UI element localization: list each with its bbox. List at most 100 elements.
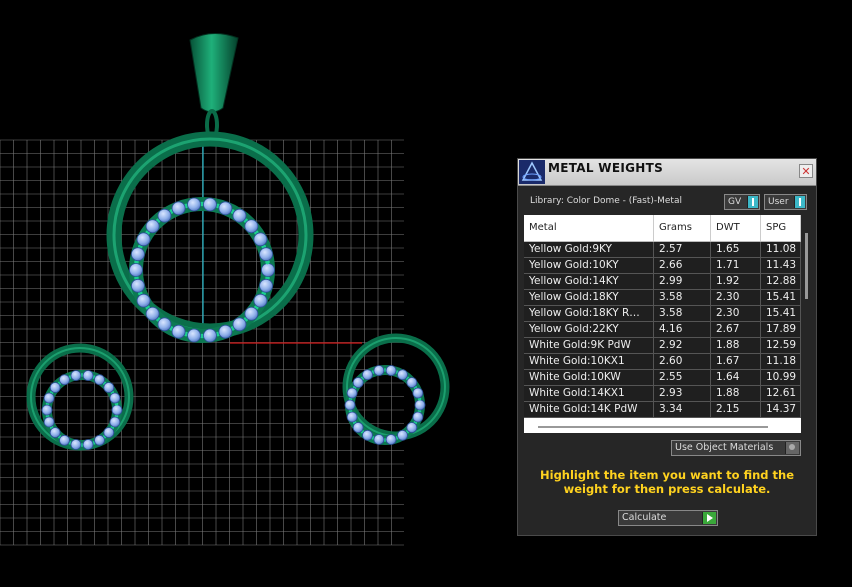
gemstone (373, 434, 385, 445)
cell-metal: Yellow Gold:18KY (524, 290, 654, 305)
cell-grams: 3.58 (654, 306, 711, 321)
pendant-bail (189, 33, 239, 113)
table-row[interactable]: Yellow Gold:9KY 2.57 1.65 11.08 (524, 242, 801, 258)
cell-metal: White Gold:10KW (524, 370, 654, 385)
gemstone (82, 439, 94, 450)
gemstone (41, 404, 53, 416)
gemstone (157, 208, 172, 223)
gemstone (43, 392, 55, 404)
cell-grams: 2.66 (654, 258, 711, 273)
instruction-text: Highlight the item you want to find the … (540, 468, 794, 496)
table-row[interactable]: Yellow Gold:10KY 2.66 1.71 11.43 (524, 258, 801, 274)
table-row[interactable]: White Gold:10KX1 2.60 1.67 11.18 (524, 354, 801, 370)
gemstone (70, 439, 82, 450)
cell-spg: 12.59 (761, 338, 801, 353)
cell-grams: 2.57 (654, 242, 711, 257)
gemstone (136, 232, 151, 247)
pendant-stones (129, 197, 275, 343)
gemstone (103, 427, 115, 438)
gemstone (171, 324, 186, 339)
gemstone (344, 399, 356, 411)
gemstone (129, 263, 143, 277)
gemstone (412, 411, 424, 423)
gemstone (346, 411, 358, 423)
gemstone (259, 278, 273, 293)
gemstone (109, 416, 121, 428)
cell-dwt: 1.71 (711, 258, 761, 273)
cell-dwt: 2.30 (711, 306, 761, 321)
gemstone (218, 201, 233, 216)
left-earring[interactable] (26, 343, 134, 451)
table-row[interactable]: White Gold:14K PdW 3.34 2.15 14.37 (524, 402, 801, 418)
gemstone (49, 427, 61, 438)
gemstone (145, 306, 160, 321)
table-row[interactable]: Yellow Gold:18KY 3.58 2.30 15.41 (524, 290, 801, 306)
cell-grams: 2.60 (654, 354, 711, 369)
metal-weights-table[interactable]: Metal Grams DWT SPG Yellow Gold:9KY 2.57 1… (524, 215, 801, 433)
gemstone (218, 324, 233, 339)
gemstone (94, 434, 105, 446)
library-label: Library: Color Dome - (Fast)-Metal (530, 196, 682, 206)
cell-spg: 11.08 (761, 242, 801, 257)
gemstone (346, 387, 358, 399)
cell-grams: 2.93 (654, 386, 711, 401)
table-row[interactable]: Yellow Gold:18KY R… 3.58 2.30 15.41 (524, 306, 801, 322)
column-header-grams[interactable]: Grams (654, 215, 711, 241)
gemstone (352, 377, 364, 388)
column-header-dwt[interactable]: DWT (711, 215, 761, 241)
table-row[interactable]: Yellow Gold:14KY 2.99 1.92 12.88 (524, 274, 801, 290)
gemstone (385, 365, 397, 376)
gemstone (187, 197, 201, 212)
table-header: Metal Grams DWT SPG (524, 215, 801, 242)
use-object-materials-toggle[interactable]: Use Object Materials (671, 440, 801, 456)
gv-toggle[interactable]: GV (724, 194, 760, 210)
gemstone (397, 369, 408, 381)
column-header-metal[interactable]: Metal (524, 215, 654, 241)
cell-metal: Yellow Gold:22KY (524, 322, 654, 337)
gemstone (244, 219, 259, 234)
gemstone (362, 369, 373, 381)
gemstone (261, 263, 275, 277)
user-toggle[interactable]: User (764, 194, 807, 210)
gemstone (397, 429, 408, 441)
cell-dwt: 1.92 (711, 274, 761, 289)
cell-metal: White Gold:10KX1 (524, 354, 654, 369)
gemstone (59, 374, 70, 386)
gemstone (70, 370, 82, 381)
gemstone (131, 278, 145, 293)
table-row[interactable]: White Gold:10KW 2.55 1.64 10.99 (524, 370, 801, 386)
color-dome-logo-icon (519, 160, 545, 184)
table-row[interactable]: Yellow Gold:22KY 4.16 2.67 17.89 (524, 322, 801, 338)
cell-metal: Yellow Gold:14KY (524, 274, 654, 289)
gemstone (171, 201, 186, 216)
panel-titlebar[interactable]: METAL WEIGHTS ✕ (518, 159, 816, 186)
cell-grams: 3.58 (654, 290, 711, 305)
cell-metal: White Gold:14KX1 (524, 386, 654, 401)
table-row[interactable]: White Gold:14KX1 2.93 1.88 12.61 (524, 386, 801, 402)
gemstone (232, 317, 247, 332)
cell-grams: 2.55 (654, 370, 711, 385)
gemstone (145, 219, 160, 234)
close-icon[interactable]: ✕ (799, 164, 813, 178)
cell-metal: Yellow Gold:9KY (524, 242, 654, 257)
gemstone (157, 317, 172, 332)
gemstone (412, 387, 424, 399)
pendant[interactable] (106, 33, 314, 343)
gemstone (43, 416, 55, 428)
cell-grams: 2.99 (654, 274, 711, 289)
gemstone (244, 306, 259, 321)
gemstone (109, 392, 121, 404)
calculate-label: Calculate (622, 512, 667, 523)
cell-spg: 10.99 (761, 370, 801, 385)
right-earring[interactable] (342, 333, 450, 445)
cell-dwt: 1.88 (711, 386, 761, 401)
cell-metal: White Gold:9K PdW (524, 338, 654, 353)
gemstone (111, 404, 123, 416)
calculate-button[interactable]: Calculate (618, 510, 718, 526)
horizontal-scrollbar[interactable] (538, 426, 768, 428)
cell-spg: 12.61 (761, 386, 801, 401)
table-row[interactable]: White Gold:9K PdW 2.92 1.88 12.59 (524, 338, 801, 354)
column-header-spg[interactable]: SPG (761, 215, 801, 241)
gemstone (82, 370, 94, 381)
vertical-scrollbar[interactable] (805, 233, 808, 299)
